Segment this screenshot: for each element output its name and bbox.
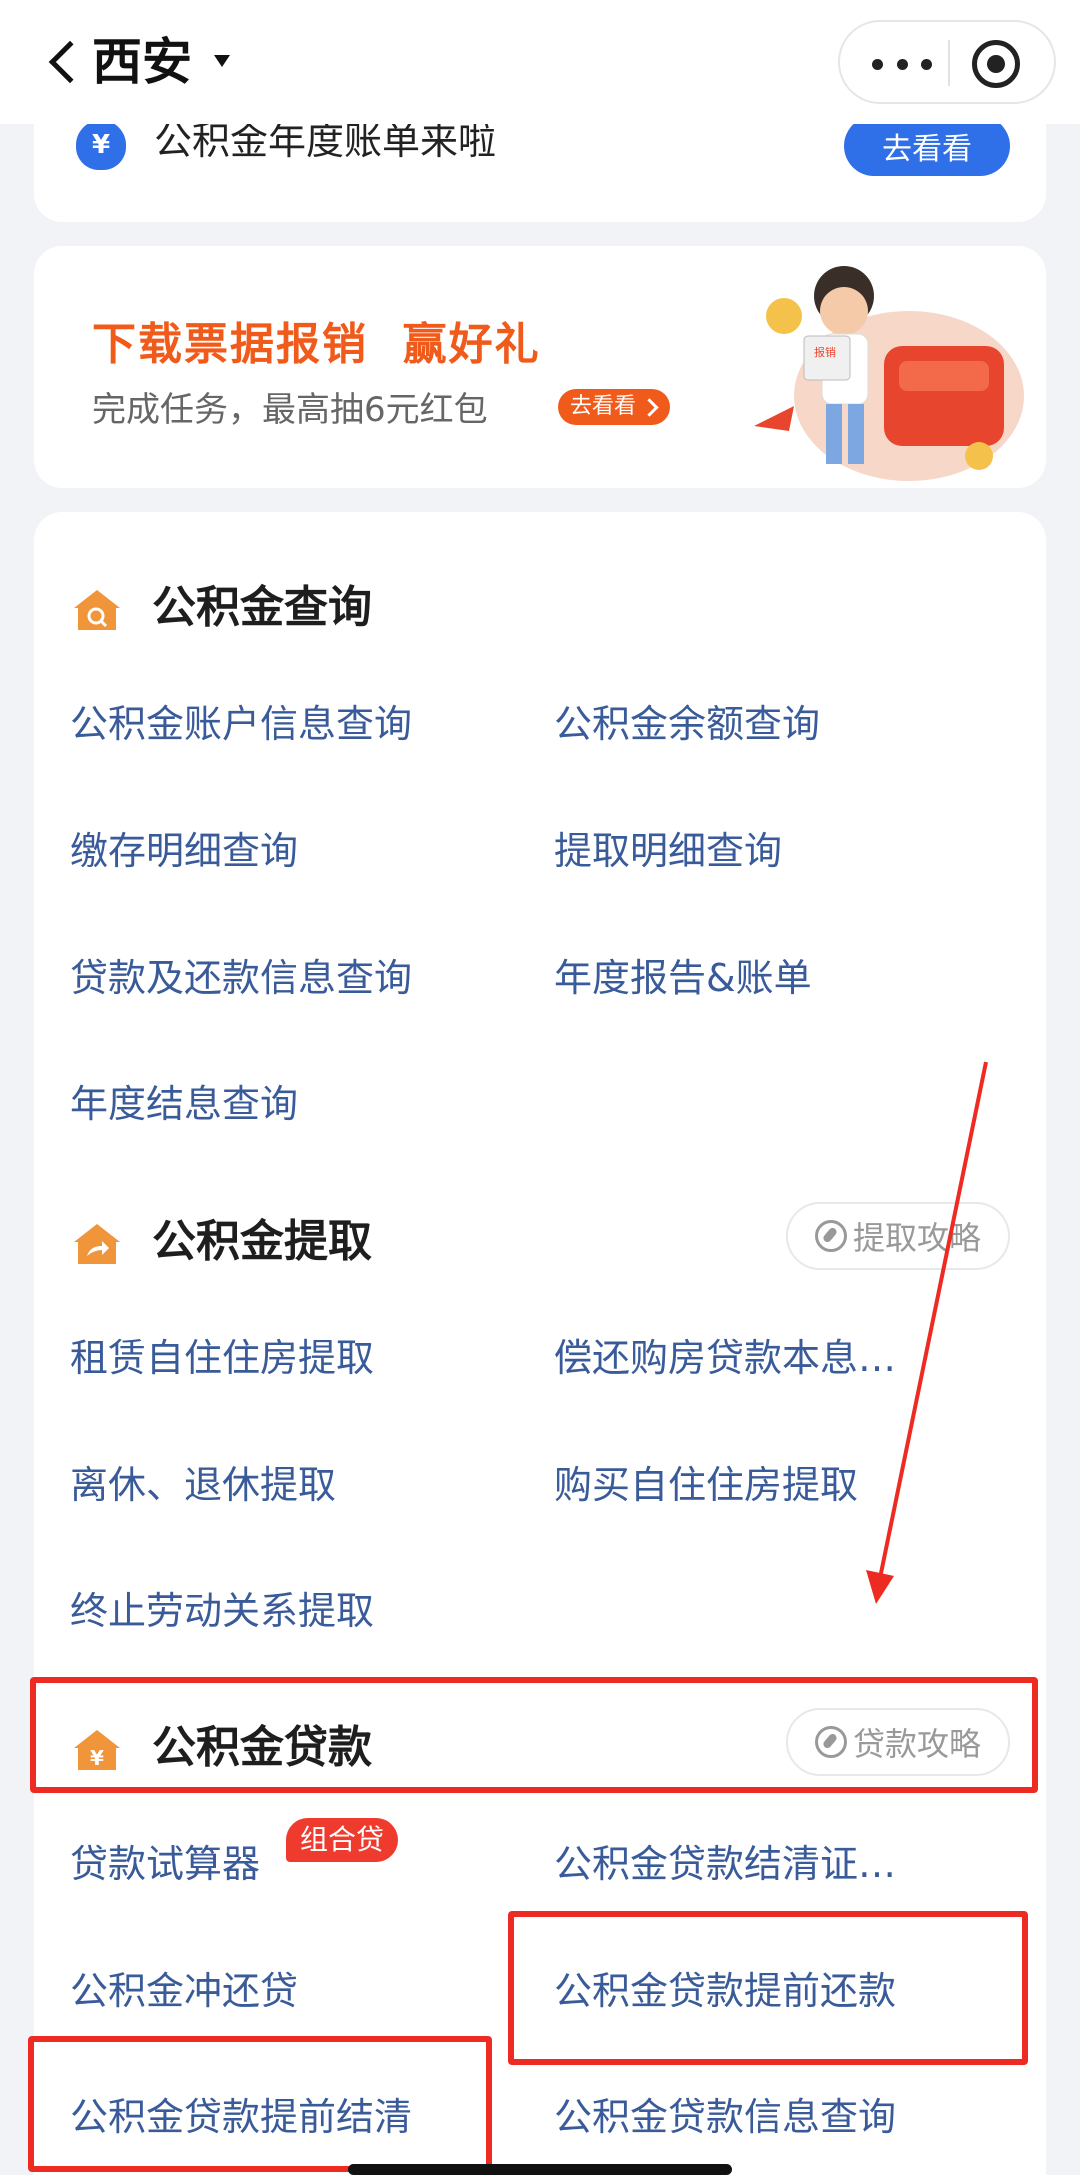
home-indicator [348, 2164, 732, 2175]
menu-item-interest[interactable]: 年度结息查询 [70, 1076, 298, 1132]
guide-label: 贷款攻略 [852, 1725, 981, 1763]
promo-art-label: 报销 [814, 345, 836, 359]
compass-icon [814, 1220, 847, 1252]
menu-item-balance[interactable]: 公积金余额查询 [554, 696, 820, 752]
house-yuan-icon: ¥ [74, 1730, 120, 1770]
menu-item-offset-repay[interactable]: 公积金冲还贷 [70, 1963, 298, 2019]
section-title: 公积金贷款 [152, 1722, 372, 1773]
miniapp-capsule [838, 20, 1056, 104]
menu-item-rent-withdraw[interactable]: 租赁自住住房提取 [70, 1330, 374, 1386]
menu-item-account-info[interactable]: 公积金账户信息查询 [70, 696, 412, 752]
promo-banner[interactable]: 下载票据报销 赢好礼 完成任务，最高抽6元红包 去看看 报销 [34, 246, 1046, 488]
menu-item-loan-calculator[interactable]: 贷款试算器 [70, 1836, 260, 1892]
menu-item-early-settle[interactable]: 公积金贷款提前结清 [70, 2089, 412, 2145]
service-card: 公积金查询 公积金账户信息查询 公积金余额查询 缴存明细查询 提取明细查询 贷款… [34, 512, 1046, 2175]
menu-item-deposit-detail[interactable]: 缴存明细查询 [70, 823, 298, 879]
section-title: 公积金提取 [152, 1216, 372, 1267]
section-header-withdraw: 公积金提取 提取攻略 [34, 1196, 1046, 1286]
menu-item-loan-settle-certificate[interactable]: 公积金贷款结清证… [554, 1836, 896, 1892]
compass-icon [814, 1726, 847, 1758]
house-share-icon [74, 1224, 120, 1264]
capsule-divider [948, 40, 950, 86]
house-search-icon [74, 590, 120, 630]
menu-item-purchase-withdraw[interactable]: 购买自住住房提取 [554, 1457, 858, 1513]
menu-item-retire-withdraw[interactable]: 离休、退休提取 [70, 1457, 336, 1513]
city-selector[interactable]: 西安 [92, 28, 192, 96]
loan-guide-button[interactable]: 贷款攻略 [786, 1708, 1010, 1776]
view-bill-button[interactable]: 去看看 [844, 116, 1010, 176]
menu-item-loan-repay-info[interactable]: 贷款及还款信息查询 [70, 950, 412, 1006]
section-header-loan: ¥ 公积金贷款 贷款攻略 [34, 1702, 1046, 1792]
section-title: 公积金查询 [152, 582, 372, 633]
section-header-query: 公积金查询 [34, 562, 1046, 652]
menu-item-annual-report[interactable]: 年度报告&账单 [554, 950, 812, 1006]
guide-label: 提取攻略 [852, 1219, 981, 1257]
promo-subtitle: 完成任务，最高抽6元红包 [92, 390, 488, 430]
top-nav-bar: 西安 [0, 0, 1080, 124]
more-dots-icon[interactable] [872, 58, 932, 70]
combo-loan-badge: 组合贷 [286, 1818, 399, 1862]
promo-go-button[interactable]: 去看看 [558, 389, 671, 425]
menu-item-loan-info[interactable]: 公积金贷款信息查询 [554, 2089, 896, 2145]
promo-title: 下载票据报销 赢好礼 [92, 319, 541, 370]
promo-illustration: 报销 [754, 266, 1024, 481]
menu-item-repay-loan-withdraw[interactable]: 偿还购房贷款本息… [554, 1330, 896, 1386]
money-bag-icon: ¥ [76, 112, 126, 170]
withdraw-guide-button[interactable]: 提取攻略 [786, 1202, 1010, 1270]
target-close-icon[interactable] [972, 40, 1020, 88]
menu-item-withdraw-detail[interactable]: 提取明细查询 [554, 823, 782, 879]
menu-item-terminate-labor-withdraw[interactable]: 终止劳动关系提取 [70, 1583, 374, 1639]
caret-down-icon[interactable] [214, 55, 230, 67]
menu-item-early-repay[interactable]: 公积金贷款提前还款 [554, 1963, 896, 2019]
svg-text:¥: ¥ [90, 1746, 104, 1770]
back-chevron-icon[interactable] [40, 30, 92, 94]
